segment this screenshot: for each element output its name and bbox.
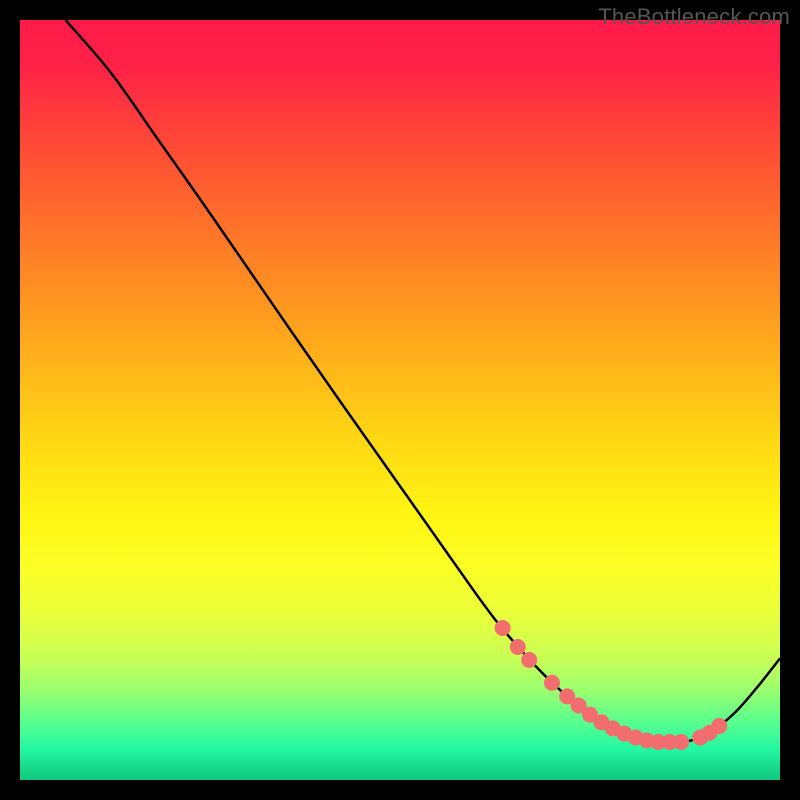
chart-gradient-background xyxy=(20,20,780,780)
curve-marker xyxy=(510,639,526,655)
curve-marker xyxy=(521,652,537,668)
chart-container: TheBottleneck.com xyxy=(0,0,800,800)
plot-area xyxy=(20,20,780,780)
curve-marker xyxy=(711,718,727,734)
curve-marker xyxy=(673,734,689,750)
chart-svg xyxy=(20,20,780,780)
watermark-text: TheBottleneck.com xyxy=(598,4,790,30)
curve-marker xyxy=(544,675,560,691)
curve-marker xyxy=(495,620,511,636)
